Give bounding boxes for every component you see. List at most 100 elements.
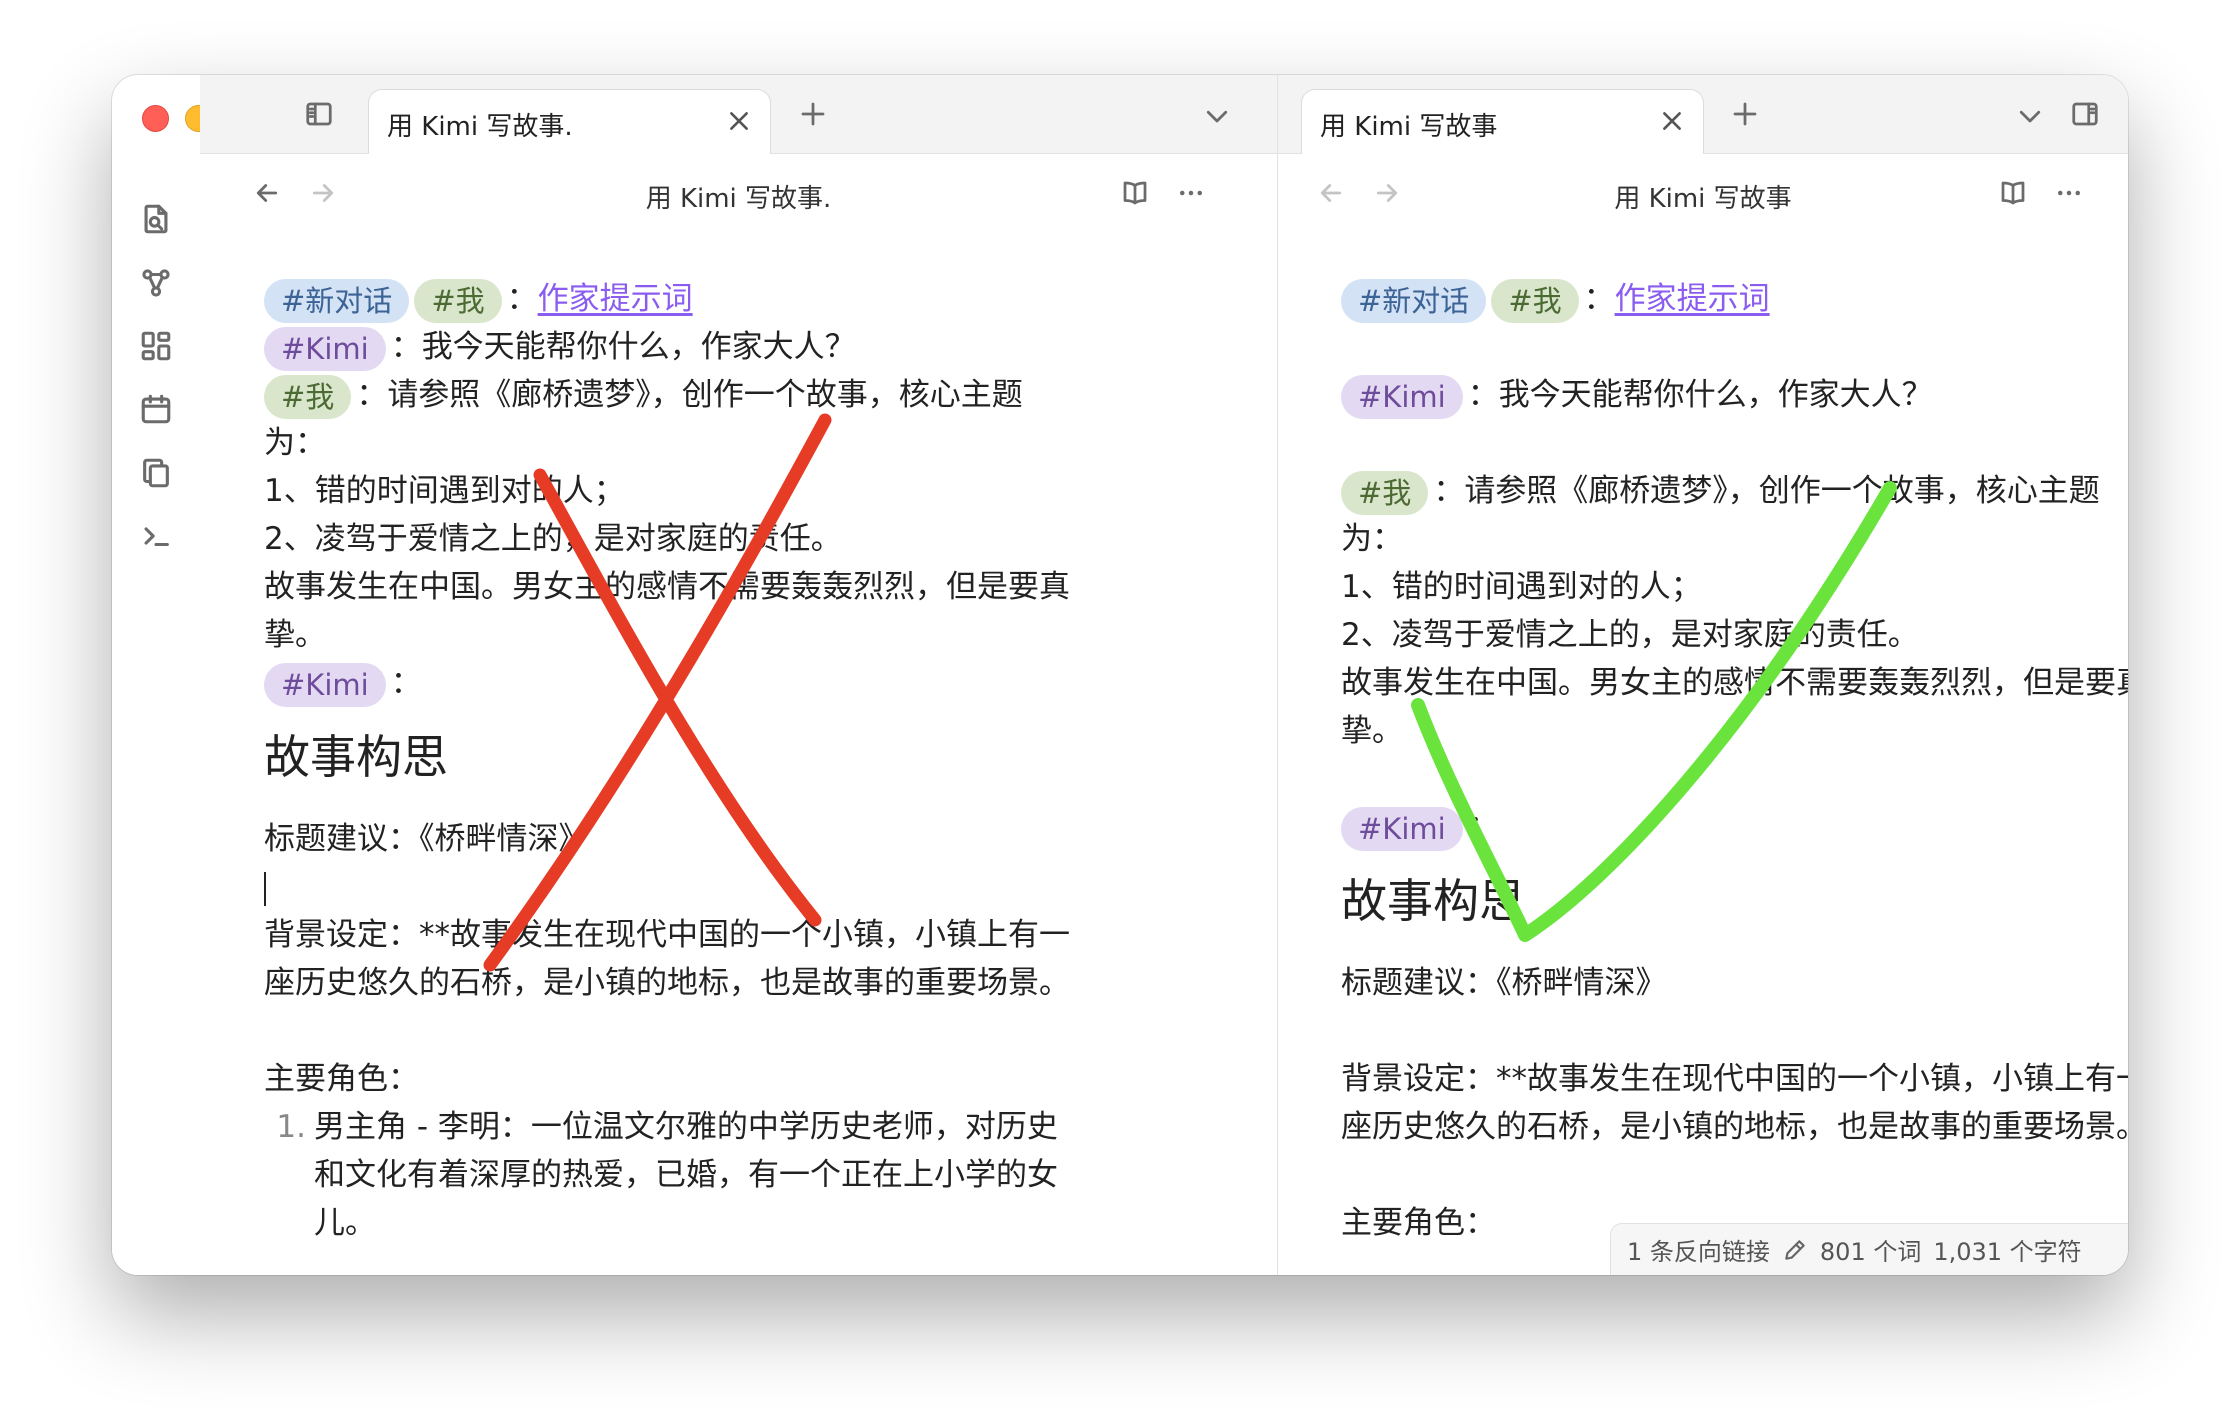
close-tab-icon[interactable] bbox=[726, 108, 752, 134]
toggle-right-sidebar-icon[interactable] bbox=[2068, 97, 2102, 131]
left-active-tab[interactable]: 用 Kimi 写故事. bbox=[368, 89, 771, 154]
text-caret bbox=[264, 871, 266, 906]
setting-text: 故事发生在中国。男女主的感情不需要轰轰烈烈，但是要真 bbox=[264, 569, 1070, 605]
theme-2: 2、凌驾于爱情之上的，是对家庭的责任。 bbox=[264, 521, 842, 557]
character-desc: ：一位温文尔雅的中学历史老师，对历史 bbox=[499, 1109, 1058, 1145]
close-tab-icon[interactable] bbox=[1659, 108, 1685, 134]
quick-switcher-icon[interactable] bbox=[138, 201, 174, 237]
background-text-cont: 座历史悠久的石桥，是小镇的地标，也是故事的重要场景。 bbox=[1341, 1109, 2128, 1145]
more-options-icon[interactable] bbox=[1174, 176, 1208, 210]
colon: ： bbox=[390, 665, 422, 701]
background-text-cont: 座历史悠久的石桥，是小镇的地标，也是故事的重要场景。 bbox=[264, 965, 1070, 1001]
new-tab-icon[interactable] bbox=[796, 97, 830, 131]
user-prompt: 请参照《廊桥遗梦》，创作一个故事，核心主题 bbox=[387, 377, 1023, 413]
toggle-left-sidebar-icon[interactable] bbox=[302, 97, 336, 131]
user-prompt-cont: 为： bbox=[264, 425, 326, 461]
calendar-icon[interactable] bbox=[138, 391, 174, 427]
doc-line: #我 ：请参照《廊桥遗梦》，创作一个故事，核心主题 bbox=[264, 371, 1023, 419]
title-suggestion: 标题建议：《桥畔情深》 bbox=[264, 821, 590, 857]
more-options-icon[interactable] bbox=[2052, 176, 2086, 210]
kimi-greeting: 我今天能帮你什么，作家大人？ bbox=[1498, 377, 1933, 413]
tag-me[interactable]: #我 bbox=[1491, 278, 1579, 323]
right-note-content[interactable]: #新对话 #我 ：作家提示词 #Kimi ：我今天能帮你什么，作家大人？ #我 ：请参照… bbox=[1341, 275, 2128, 1247]
right-tab-bar: 用 Kimi 写故事 bbox=[1278, 75, 2128, 154]
left-view-header: 用 Kimi 写故事. bbox=[200, 154, 1277, 232]
character-label: 男主角 - 李明 bbox=[314, 1109, 500, 1145]
left-editor-pane: 用 Kimi 写故事. 用 Kimi 写故事. #新对话 #我 ：作家提示词 #… bbox=[200, 75, 1277, 1275]
word-count: 801 个词 bbox=[1819, 1238, 1922, 1266]
right-active-tab[interactable]: 用 Kimi 写故事 bbox=[1301, 89, 1704, 154]
writer-prompt-link[interactable]: 作家提示词 bbox=[538, 281, 693, 317]
theme-2: 2、凌驾于爱情之上的，是对家庭的责任。 bbox=[1341, 617, 1919, 653]
colon: ： bbox=[1583, 281, 1615, 317]
heading-story-concept: 故事构思 bbox=[1341, 874, 1525, 928]
reading-mode-book-icon[interactable] bbox=[1996, 176, 2030, 210]
new-tab-icon[interactable] bbox=[1728, 97, 1762, 131]
graph-view-icon[interactable] bbox=[138, 265, 174, 301]
ribbon-sidebar bbox=[112, 153, 201, 1275]
view-title[interactable]: 用 Kimi 写故事. bbox=[200, 178, 1277, 215]
tag-kimi[interactable]: #Kimi bbox=[264, 662, 386, 707]
terminal-icon[interactable] bbox=[138, 518, 174, 554]
setting-text: 故事发生在中国。男女主的感情不需要轰轰烈烈，但是要真 bbox=[1341, 665, 2128, 701]
background-text: 背景设定：**故事发生在现代中国的一个小镇，小镇上有一 bbox=[1341, 1061, 2128, 1097]
status-bar: 1 条反向链接 801 个词 1,031 个字符 bbox=[1610, 1223, 2128, 1275]
setting-text-cont: 挚。 bbox=[264, 617, 326, 653]
backlinks-count[interactable]: 1 条反向链接 bbox=[1627, 1232, 1770, 1267]
colon: ： bbox=[356, 377, 388, 413]
list-item: 1. 男主角 - 李明：一位温文尔雅的中学历史老师，对历史 bbox=[264, 1103, 1057, 1151]
setting-text-cont: 挚。 bbox=[1341, 713, 1403, 749]
char-count: 1,031 个字符 bbox=[1933, 1238, 2082, 1266]
doc-line: #Kimi： bbox=[264, 659, 864, 707]
writer-prompt-link[interactable]: 作家提示词 bbox=[1615, 281, 1770, 317]
colon: ： bbox=[1433, 473, 1465, 509]
tab-title: 用 Kimi 写故事. bbox=[387, 112, 573, 142]
colon: ： bbox=[390, 329, 422, 365]
title-suggestion: 标题建议：《桥畔情深》 bbox=[1341, 965, 1667, 1001]
colon: ： bbox=[1467, 809, 1499, 845]
character-desc-cont: 和文化有着深厚的热爱，已婚，有一个正在上小学的女 bbox=[314, 1157, 1058, 1193]
tab-list-chevron-down-icon[interactable] bbox=[1200, 99, 1234, 133]
cursor-line[interactable] bbox=[264, 863, 864, 911]
tag-me[interactable]: #我 bbox=[1341, 470, 1429, 515]
colon: ： bbox=[506, 281, 538, 317]
theme-1: 1、错的时间遇到对的人； bbox=[1341, 569, 1702, 605]
tag-new-chat[interactable]: #新对话 bbox=[264, 278, 410, 323]
app-window: 用 Kimi 写故事. 用 Kimi 写故事. #新对话 #我 ：作家提示词 #… bbox=[112, 75, 2128, 1275]
canvas-icon[interactable] bbox=[138, 328, 174, 364]
templates-icon[interactable] bbox=[138, 455, 174, 491]
doc-line: #Kimi ：我今天能帮你什么，作家大人？ bbox=[264, 323, 864, 371]
left-tab-bar: 用 Kimi 写故事. bbox=[200, 75, 1277, 154]
heading-story-concept: 故事构思 bbox=[264, 730, 448, 784]
doc-line: #Kimi ：我今天能帮你什么，作家大人？ bbox=[1341, 371, 1941, 419]
doc-line: #新对话 #我 ：作家提示词 bbox=[1341, 275, 1941, 323]
tab-list-chevron-down-icon[interactable] bbox=[2013, 99, 2047, 133]
background-text: 背景设定：**故事发生在现代中国的一个小镇，小镇上有一 bbox=[264, 917, 1070, 953]
reading-mode-book-icon[interactable] bbox=[1118, 176, 1152, 210]
doc-line: #我 ：请参照《廊桥遗梦》，创作一个故事，核心主题 bbox=[1341, 467, 2100, 515]
list-number: 1. bbox=[276, 1109, 306, 1145]
colon: ： bbox=[1467, 377, 1499, 413]
close-window-button[interactable] bbox=[142, 105, 169, 132]
tag-me[interactable]: #我 bbox=[264, 374, 352, 419]
tab-title: 用 Kimi 写故事 bbox=[1320, 112, 1498, 142]
user-prompt-cont: 为： bbox=[1341, 521, 1403, 557]
tag-kimi[interactable]: #Kimi bbox=[1341, 806, 1463, 851]
tag-me[interactable]: #我 bbox=[414, 278, 502, 323]
main-characters: 主要角色： bbox=[264, 1061, 419, 1097]
character-desc-cont: 儿。 bbox=[314, 1205, 376, 1241]
tag-kimi[interactable]: #Kimi bbox=[1341, 374, 1463, 419]
right-view-header: 用 Kimi 写故事 bbox=[1278, 154, 2128, 232]
tag-new-chat[interactable]: #新对话 bbox=[1341, 278, 1487, 323]
doc-line: #Kimi： bbox=[1341, 803, 1941, 851]
left-note-content[interactable]: #新对话 #我 ：作家提示词 #Kimi ：我今天能帮你什么，作家大人？ #我 ：请参照… bbox=[264, 275, 1070, 1247]
edit-pencil-icon[interactable] bbox=[1782, 1237, 1808, 1263]
tag-kimi[interactable]: #Kimi bbox=[264, 326, 386, 371]
user-prompt: 请参照《廊桥遗梦》，创作一个故事，核心主题 bbox=[1464, 473, 2100, 509]
